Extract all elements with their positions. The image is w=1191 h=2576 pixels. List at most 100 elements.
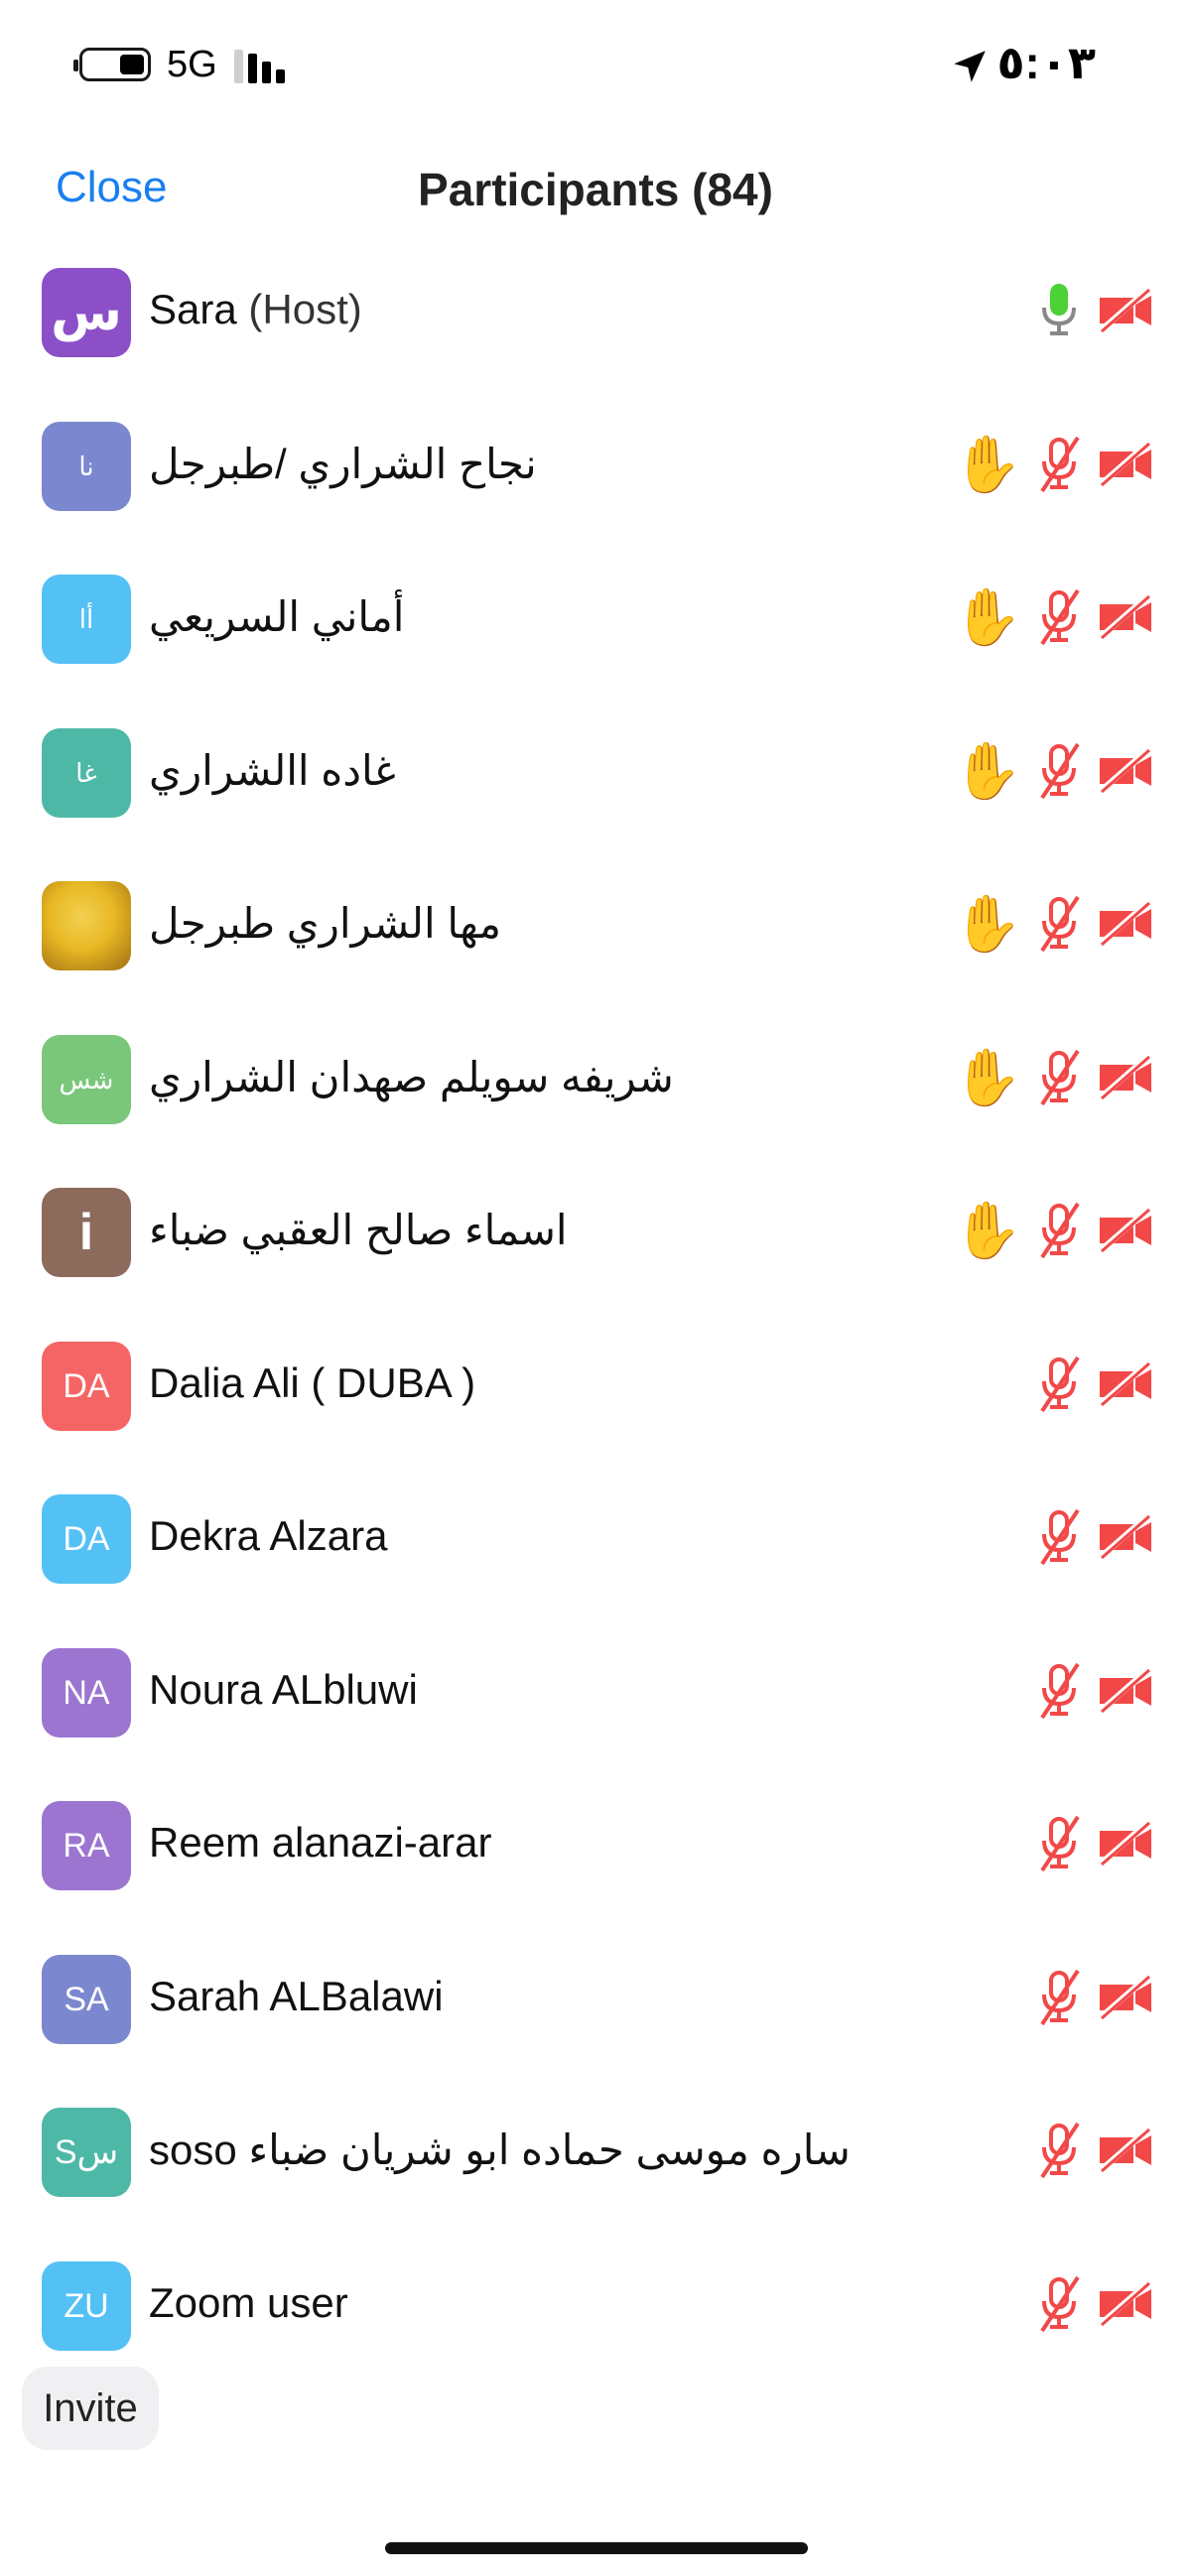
participant-status-icons: ✋ bbox=[953, 582, 1157, 652]
microphone-muted-icon[interactable] bbox=[1036, 1662, 1082, 1720]
video-off-icon[interactable] bbox=[1096, 1668, 1157, 1714]
video-off-icon[interactable] bbox=[1096, 1821, 1157, 1867]
participant-name: مها الشراري طبرجل bbox=[149, 899, 501, 948]
avatar: س bbox=[42, 268, 131, 357]
raised-hand-icon: ✋ bbox=[953, 892, 1022, 955]
participant-name: نجاح الشراري /طبرجل bbox=[149, 440, 537, 488]
video-off-icon[interactable] bbox=[1096, 1514, 1157, 1560]
participant-name-text: Reem alanazi-arar bbox=[149, 1819, 492, 1866]
participant-row[interactable]: DA Dekra Alzara bbox=[0, 1482, 1191, 1635]
participant-row[interactable]: شس شريفه سويلم صهدان الشراري ✋ bbox=[0, 1023, 1191, 1176]
participant-status-icons bbox=[1036, 1656, 1157, 1726]
participant-row[interactable]: غا غاده االشراري ✋ bbox=[0, 716, 1191, 869]
microphone-muted-icon[interactable] bbox=[1036, 2275, 1082, 2333]
avatar: RA bbox=[42, 1801, 131, 1890]
participant-name: Dekra Alzara bbox=[149, 1512, 387, 1560]
raised-hand-icon: ✋ bbox=[953, 433, 1022, 495]
participant-status-icons: ✋ bbox=[953, 1043, 1157, 1112]
video-off-icon[interactable] bbox=[1096, 288, 1157, 333]
participant-status-icons: ✋ bbox=[953, 889, 1157, 959]
microphone-muted-icon[interactable] bbox=[1036, 1202, 1082, 1259]
participant-name-text: غاده االشراري bbox=[149, 747, 396, 794]
microphone-muted-icon[interactable] bbox=[1036, 895, 1082, 953]
raised-hand-icon: ✋ bbox=[953, 1199, 1022, 1261]
microphone-muted-icon[interactable] bbox=[1036, 1969, 1082, 2026]
participant-name-text: اسماء صالح العقبي ضباء bbox=[149, 1207, 568, 1253]
video-off-icon[interactable] bbox=[1096, 1361, 1157, 1407]
participant-row[interactable]: SA Sarah ALBalawi bbox=[0, 1943, 1191, 2096]
video-off-icon[interactable] bbox=[1096, 1055, 1157, 1100]
participant-name: soso ساره موسى حماده ابو شريان ضباء bbox=[149, 2125, 851, 2174]
participant-status-icons: ✋ bbox=[953, 430, 1157, 499]
page-title: Participants (84) bbox=[418, 164, 773, 215]
participant-name: Zoom user bbox=[149, 2279, 348, 2327]
participant-status-icons bbox=[1036, 1963, 1157, 2032]
microphone-muted-icon[interactable] bbox=[1036, 436, 1082, 493]
participant-name-text: Sara bbox=[149, 286, 237, 332]
participant-row[interactable]: س Sara (Host) bbox=[0, 256, 1191, 409]
participant-name-text: Sarah ALBalawi bbox=[149, 1973, 444, 2019]
participant-name: Sara (Host) bbox=[149, 286, 362, 333]
video-off-icon[interactable] bbox=[1096, 748, 1157, 794]
participant-status-icons bbox=[1036, 2116, 1157, 2185]
avatar: Sس bbox=[42, 2108, 131, 2197]
avatar: شس bbox=[42, 1035, 131, 1124]
participant-name: أماني السريعي bbox=[149, 592, 404, 641]
participant-row[interactable]: نا نجاح الشراري /طبرجل ✋ bbox=[0, 410, 1191, 563]
participant-row[interactable]: NA Noura ALbluwi bbox=[0, 1636, 1191, 1789]
avatar: ZU bbox=[42, 2261, 131, 2351]
microphone-muted-icon[interactable] bbox=[1036, 742, 1082, 800]
participant-row[interactable]: Sس soso ساره موسى حماده ابو شريان ضباء bbox=[0, 2096, 1191, 2249]
raised-hand-icon: ✋ bbox=[953, 1046, 1022, 1108]
avatar: i bbox=[42, 1188, 131, 1277]
participant-row[interactable]: DA Dalia Ali ( DUBA ) bbox=[0, 1330, 1191, 1482]
microphone-muted-icon[interactable] bbox=[1036, 1508, 1082, 1566]
participant-row[interactable]: i اسماء صالح العقبي ضباء ✋ bbox=[0, 1176, 1191, 1329]
participant-name-text: Dekra Alzara bbox=[149, 1512, 388, 1559]
participant-name-text: نجاح الشراري /طبرجل bbox=[149, 441, 537, 487]
network-type: 5G bbox=[167, 44, 217, 85]
video-off-icon[interactable] bbox=[1096, 1975, 1157, 2020]
video-off-icon[interactable] bbox=[1096, 901, 1157, 947]
participant-name-text: Noura ALbluwi bbox=[149, 1666, 418, 1713]
participant-name-text: شريفه سويلم صهدان الشراري bbox=[149, 1054, 674, 1100]
participant-name: اسماء صالح العقبي ضباء bbox=[149, 1206, 568, 1254]
avatar: DA bbox=[42, 1342, 131, 1431]
invite-button[interactable]: Invite bbox=[22, 2367, 159, 2450]
video-off-icon[interactable] bbox=[1096, 2127, 1157, 2173]
raised-hand-icon: ✋ bbox=[953, 739, 1022, 802]
participant-name-text: مها الشراري طبرجل bbox=[149, 900, 501, 947]
microphone-muted-icon[interactable] bbox=[1036, 2122, 1082, 2179]
status-bar: 5G ٥:٠٣ bbox=[0, 0, 1191, 129]
microphone-muted-icon[interactable] bbox=[1036, 1049, 1082, 1106]
participant-status-icons bbox=[1036, 1502, 1157, 1572]
avatar: NA bbox=[42, 1648, 131, 1738]
avatar: DA bbox=[42, 1494, 131, 1584]
participant-status-icons bbox=[1036, 2269, 1157, 2339]
location-arrow-icon bbox=[954, 51, 986, 82]
participant-row[interactable]: أا أماني السريعي ✋ bbox=[0, 563, 1191, 715]
microphone-icon[interactable] bbox=[1036, 282, 1082, 339]
participant-name-text: Zoom user bbox=[149, 2279, 348, 2326]
participants-header: Close Participants (84) bbox=[0, 149, 1191, 238]
microphone-muted-icon[interactable] bbox=[1036, 1355, 1082, 1413]
microphone-muted-icon[interactable] bbox=[1036, 588, 1082, 646]
participant-name: غاده االشراري bbox=[149, 746, 396, 795]
avatar: نا bbox=[42, 422, 131, 511]
participant-name: Reem alanazi-arar bbox=[149, 1819, 491, 1867]
participant-row[interactable]: RA Reem alanazi-arar bbox=[0, 1789, 1191, 1942]
participant-name: شريفه سويلم صهدان الشراري bbox=[149, 1053, 674, 1101]
avatar: غا bbox=[42, 728, 131, 818]
video-off-icon[interactable] bbox=[1096, 2281, 1157, 2327]
participant-name: Dalia Ali ( DUBA ) bbox=[149, 1359, 475, 1407]
video-off-icon[interactable] bbox=[1096, 442, 1157, 487]
battery-icon bbox=[79, 48, 151, 81]
microphone-muted-icon[interactable] bbox=[1036, 1815, 1082, 1872]
status-time: ٥:٠٣ bbox=[996, 37, 1096, 88]
participant-name-text: أماني السريعي bbox=[149, 593, 405, 640]
participant-row[interactable]: مها الشراري طبرجل ✋ bbox=[0, 869, 1191, 1022]
video-off-icon[interactable] bbox=[1096, 1208, 1157, 1253]
participant-row[interactable]: ZU Zoom user bbox=[0, 2250, 1191, 2402]
signal-strength-icon bbox=[234, 50, 294, 83]
video-off-icon[interactable] bbox=[1096, 594, 1157, 640]
